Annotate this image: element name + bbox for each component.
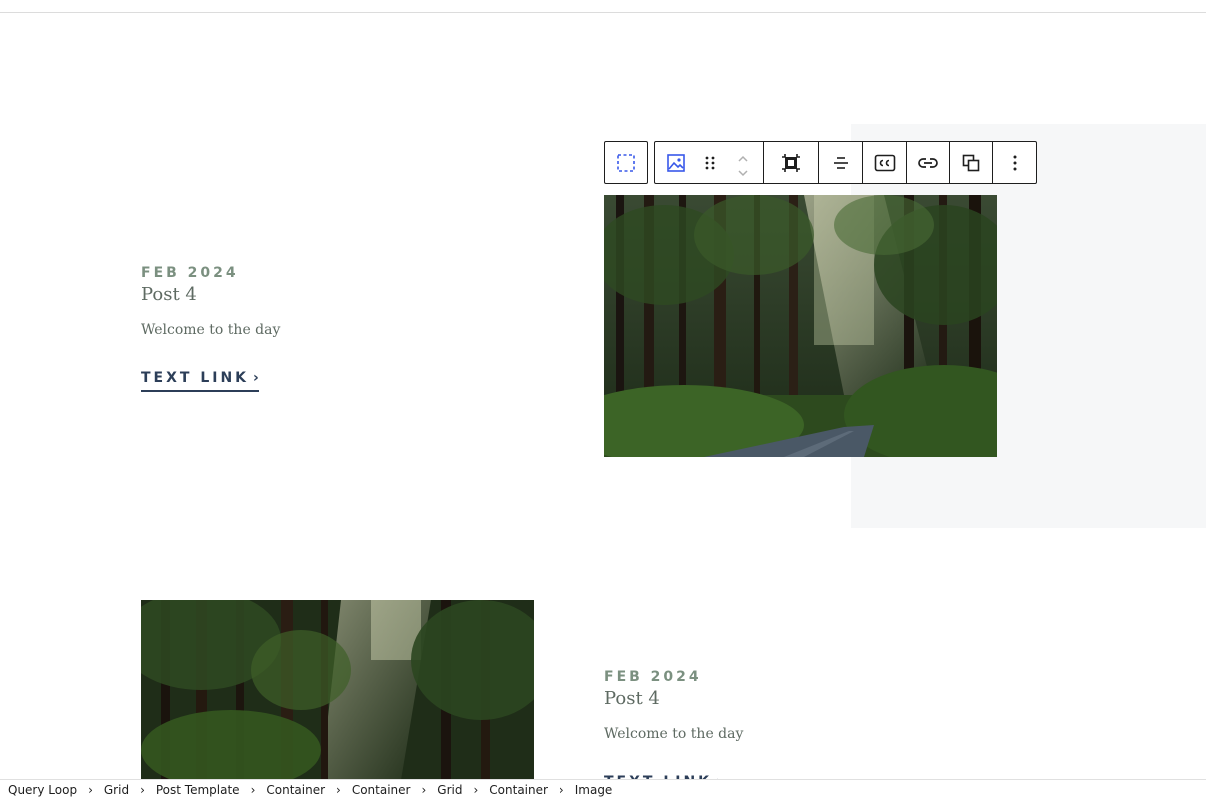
- toolbar-group-align: [819, 142, 863, 183]
- link-button[interactable]: [906, 142, 949, 183]
- breadcrumb-item[interactable]: Query Loop: [8, 783, 77, 797]
- move-down-button[interactable]: [736, 165, 750, 176]
- text-link[interactable]: TEXT LINK›: [141, 369, 259, 392]
- breadcrumb-item-current: Image: [574, 783, 613, 797]
- toolbar-group-tools: [863, 142, 993, 183]
- post-date: FEB 2024: [604, 669, 702, 685]
- post-featured-image[interactable]: [141, 600, 534, 780]
- toolbar-group-options: [993, 142, 1036, 183]
- breadcrumb-separator-icon: ›: [336, 783, 341, 797]
- more-vertical-icon: [1013, 155, 1016, 170]
- breadcrumb-separator-icon: ›: [421, 783, 427, 797]
- drag-handle-button[interactable]: [697, 142, 723, 183]
- post-title[interactable]: Post 4: [141, 284, 280, 306]
- post-featured-image[interactable]: [604, 195, 997, 457]
- image-icon: [667, 153, 685, 172]
- block-mover: [723, 142, 763, 183]
- chevron-up-icon: [738, 155, 748, 162]
- text-link-label: TEXT LINK: [141, 370, 250, 386]
- toolbar-group-crop: [764, 142, 819, 183]
- breadcrumb-separator-icon: ›: [88, 783, 93, 797]
- crop-icon: [782, 153, 800, 172]
- forest-road-image: [604, 195, 997, 457]
- chevron-right-icon: ›: [253, 370, 259, 386]
- post-card-text: FEB 2024 Post 4 Welcome to the day TEXT …: [604, 668, 743, 796]
- breadcrumb-separator-icon: ›: [473, 783, 479, 797]
- forest-image: [141, 600, 534, 780]
- chevron-down-icon: [738, 169, 748, 176]
- breadcrumb-separator-icon: ›: [558, 783, 564, 797]
- move-up-button[interactable]: [736, 151, 750, 162]
- post-excerpt: Welcome to the day: [141, 322, 281, 338]
- block-toolbar: [654, 141, 1037, 184]
- breadcrumb-item[interactable]: Grid: [437, 783, 462, 797]
- caption-cc-icon: [874, 154, 895, 171]
- breadcrumb-separator-icon: ›: [140, 783, 145, 797]
- options-button[interactable]: [993, 142, 1036, 183]
- block-breadcrumb: Query Loop › Grid › Post Template › Cont…: [0, 779, 1206, 800]
- toolbar-group-block: [655, 142, 764, 183]
- breadcrumb-item[interactable]: Post Template: [156, 783, 240, 797]
- post-title[interactable]: Post 4: [604, 688, 743, 710]
- align-button[interactable]: [819, 142, 862, 183]
- block-type-button[interactable]: [655, 142, 697, 183]
- crop-button[interactable]: [764, 142, 818, 183]
- breadcrumb-separator-icon: ›: [250, 783, 256, 797]
- top-divider: [0, 12, 1206, 13]
- post-card-text: FEB 2024 Post 4 Welcome to the day TEXT …: [141, 264, 280, 392]
- dashed-square-icon: [617, 153, 635, 172]
- duplicate-icon: [962, 154, 980, 171]
- caption-button[interactable]: [863, 142, 906, 183]
- link-icon: [918, 157, 938, 168]
- breadcrumb-item[interactable]: Container: [352, 783, 411, 797]
- breadcrumb-item[interactable]: Grid: [104, 783, 129, 797]
- breadcrumb-item[interactable]: Container: [489, 783, 548, 797]
- breadcrumb-item[interactable]: Container: [266, 783, 325, 797]
- select-parent-button[interactable]: [604, 141, 648, 184]
- drag-handle-icon: [705, 156, 715, 169]
- post-date: FEB 2024: [141, 265, 239, 281]
- post-excerpt: Welcome to the day: [604, 726, 744, 742]
- align-center-icon: [833, 156, 848, 169]
- duplicate-button[interactable]: [949, 142, 992, 183]
